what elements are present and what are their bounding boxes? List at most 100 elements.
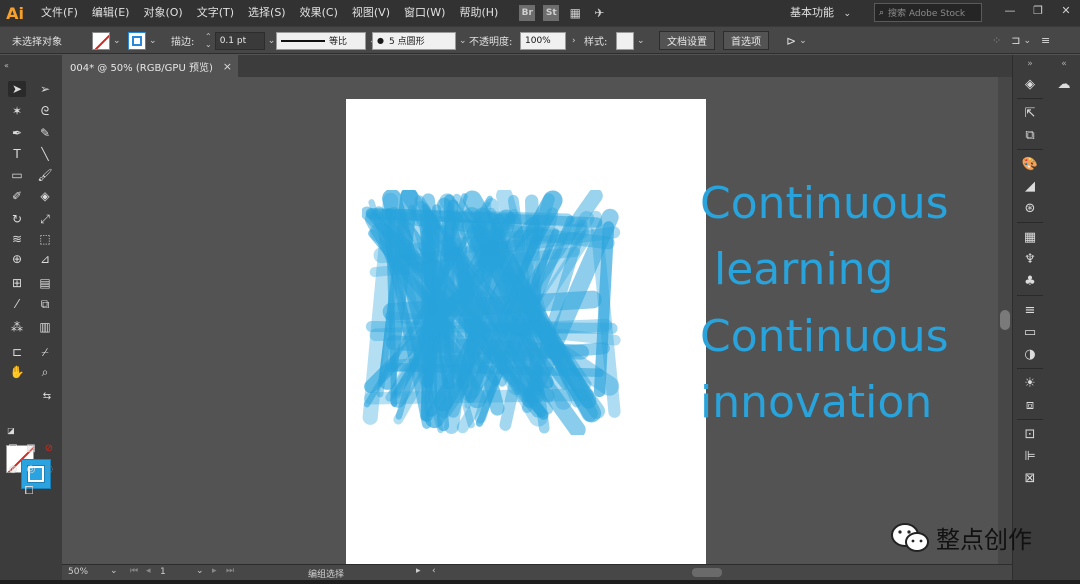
chevron-down-icon[interactable]: ⌄ (1023, 36, 1031, 46)
zoom-level[interactable]: 50% (68, 567, 88, 577)
hand-tool-icon[interactable]: ✋ (8, 364, 26, 380)
menu-object[interactable]: 对象(O) (136, 0, 189, 26)
stock-search-field[interactable]: ⌕ 搜索 Adobe Stock (874, 3, 982, 22)
menu-icon[interactable]: ≡ (1041, 34, 1050, 47)
chevron-down-icon[interactable]: ⌄ (149, 36, 157, 46)
draw-inside-icon[interactable]: ◌ (40, 461, 58, 477)
libraries-icon[interactable]: ☁ (1047, 73, 1080, 95)
symbols-icon[interactable]: ♣ (1013, 270, 1047, 292)
eraser-tool-icon[interactable]: ◈ (36, 188, 54, 204)
menu-effect[interactable]: 效果(C) (293, 0, 345, 26)
swatches-icon[interactable]: ▦ (1013, 226, 1047, 248)
gradient-tool-icon[interactable]: ▤ (36, 275, 54, 291)
curvature-tool-icon[interactable]: ✎ (36, 125, 54, 141)
warp-tool-icon[interactable]: ≋ (8, 231, 26, 247)
artwork-text-line-2[interactable]: learning (700, 244, 894, 296)
opacity-input[interactable]: 100% (520, 31, 566, 50)
menu-type[interactable]: 文字(T) (190, 0, 241, 26)
next-artboard-icon[interactable]: ▸ (212, 566, 217, 576)
gpu-performance-icon[interactable]: ✈ (591, 5, 607, 21)
scale-tool-icon[interactable]: ⤢ (36, 211, 54, 227)
chevron-down-icon[interactable]: ⌄ (113, 36, 121, 46)
draw-behind-icon[interactable]: ◎ (22, 461, 40, 477)
stepper-arrows-icon[interactable]: ⌃ ⌄ (205, 32, 212, 49)
rectangle-tool-icon[interactable]: ▭ (8, 167, 26, 183)
color-icon[interactable]: 🎨 (1013, 153, 1047, 175)
fill-swatch[interactable]: ⌄ (92, 31, 121, 50)
arrange-menu[interactable]: ⊳ ⌄ (786, 31, 807, 50)
perspective-grid-tool-icon[interactable]: ⊿ (36, 251, 54, 267)
pen-tool-icon[interactable]: ✒ (8, 125, 26, 141)
chevron-down-icon[interactable]: ⌄ (799, 36, 807, 46)
opacity-control[interactable]: 100% › (520, 31, 576, 50)
recolor-icon[interactable]: ⊛ (1013, 197, 1047, 219)
chevron-down-icon[interactable]: ⌄ (110, 566, 118, 576)
draw-normal-icon[interactable]: ◍ (4, 461, 22, 477)
graphic-style-picker[interactable]: ⌄ (616, 31, 645, 50)
menu-help[interactable]: 帮助(H) (452, 0, 505, 26)
chevron-right-icon[interactable]: ▸ (416, 566, 421, 576)
bridge-icon[interactable]: Br (519, 5, 536, 21)
stroke-swatch[interactable]: ⌄ (128, 31, 157, 50)
preferences-button[interactable]: 首选项 (723, 31, 769, 50)
magic-wand-tool-icon[interactable]: ✶ (8, 103, 26, 119)
artboard-tool-icon[interactable]: ⊏ (8, 344, 26, 360)
first-artboard-icon[interactable]: ⏮ (130, 566, 138, 576)
chevron-down-icon[interactable]: ⌄ (459, 36, 467, 46)
scribble-artwork[interactable] (362, 190, 627, 435)
selection-tool-icon[interactable]: ➤ (8, 81, 26, 97)
color-mode-icon[interactable]: ▣ (4, 440, 22, 456)
artwork-text-line-4[interactable]: innovation (700, 377, 932, 429)
last-artboard-icon[interactable]: ⏭ (226, 566, 234, 576)
opacity-label[interactable]: 不透明度: (469, 31, 512, 50)
align-options[interactable]: ⁘ ⊐ ⌄ ≡ (992, 31, 1050, 50)
minimize-icon[interactable]: — (996, 0, 1024, 20)
menu-view[interactable]: 视图(V) (345, 0, 397, 26)
chevron-down-icon[interactable]: ⌄ (637, 36, 645, 46)
shape-builder-tool-icon[interactable]: ⊕ (8, 251, 26, 267)
layers-icon[interactable]: ◈ (1013, 73, 1047, 95)
collapse-panels-icon[interactable]: « (1047, 55, 1080, 73)
transparency-icon[interactable]: ◑ (1013, 343, 1047, 365)
transform-panel-icon[interactable]: ⊡ (1013, 423, 1047, 445)
document-setup-button[interactable]: 文档设置 (659, 31, 715, 50)
close-icon[interactable]: ✕ (1052, 0, 1080, 20)
screen-mode-icon[interactable]: ⧠ (20, 483, 38, 499)
appearance-icon[interactable]: ☀ (1013, 372, 1047, 394)
chevron-left-icon[interactable]: ‹ (432, 566, 436, 576)
gradient-panel-icon[interactable]: ▭ (1013, 321, 1047, 343)
chevron-down-icon[interactable]: ⌄ (196, 566, 204, 576)
stock-icon[interactable]: St (543, 5, 560, 21)
brushes-icon[interactable]: ♆ (1013, 248, 1047, 270)
paintbrush-tool-icon[interactable]: 🖌 (36, 167, 54, 183)
restore-icon[interactable]: ❐ (1024, 0, 1052, 20)
line-segment-tool-icon[interactable]: ╲ (36, 146, 54, 162)
eyedropper-tool-icon[interactable]: ⁄ (8, 296, 26, 312)
variable-width-profile[interactable]: 等比 ⌄ (276, 31, 377, 50)
free-transform-tool-icon[interactable]: ⬚ (36, 231, 54, 247)
pathfinder-icon[interactable]: ⊠ (1013, 467, 1047, 489)
stroke-weight-stepper[interactable]: ⌃ ⌄ 0.1 pt ⌄ (205, 31, 275, 50)
artwork-text-line-3[interactable]: Continuous (700, 311, 949, 363)
horizontal-scrollbar-thumb[interactable] (692, 568, 722, 577)
graphic-styles-icon[interactable]: ⧈ (1013, 394, 1047, 416)
blend-tool-icon[interactable]: ⧉ (36, 296, 54, 312)
direct-selection-tool-icon[interactable]: ➢ (36, 81, 54, 97)
slice-tool-icon[interactable]: ⌿ (36, 344, 54, 360)
rotate-tool-icon[interactable]: ↻ (8, 211, 26, 227)
gradient-mode-icon[interactable]: ▨ (22, 440, 40, 456)
close-icon[interactable]: × (223, 60, 232, 73)
stroke-weight-input[interactable]: 0.1 pt (214, 31, 265, 50)
vertical-scrollbar[interactable] (998, 77, 1012, 564)
default-fill-stroke-icon[interactable]: ◪ (2, 422, 20, 438)
zoom-tool-icon[interactable]: ⌕ (36, 364, 54, 380)
shaper-tool-icon[interactable]: ✐ (8, 188, 26, 204)
export-icon[interactable]: ⇱ (1013, 102, 1047, 124)
none-mode-icon[interactable]: ⊘ (40, 440, 58, 456)
document-tab[interactable]: 004* @ 50% (RGB/GPU 预览) × (62, 55, 238, 77)
align-panel-icon[interactable]: ⊫ (1013, 445, 1047, 467)
stroke-panel-icon[interactable]: ≡ (1013, 299, 1047, 321)
brush-definition[interactable]: ● 5 点圆形 ⌄ (372, 31, 467, 50)
swap-fill-stroke-icon[interactable]: ⇆ (38, 388, 56, 404)
artboard-number[interactable]: 1 (160, 567, 166, 577)
